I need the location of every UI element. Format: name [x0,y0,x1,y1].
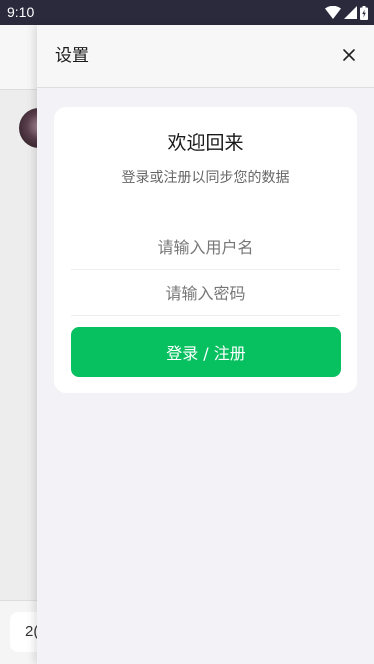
login-card: 欢迎回来 登录或注册以同步您的数据 登录 / 注册 [54,107,357,393]
close-button[interactable] [338,45,360,67]
welcome-title: 欢迎回来 [167,132,244,154]
status-icons [325,5,368,20]
close-icon [342,47,356,66]
settings-drawer: 设置 欢迎回来 登录或注册以同步您的数据 登录 / 注册 [37,25,374,664]
cellular-signal-icon [344,6,357,19]
password-input[interactable] [71,271,340,316]
login-register-button[interactable]: 登录 / 注册 [71,327,341,377]
status-bar: 9:10 [0,0,374,25]
status-time: 9:10 [7,4,35,20]
username-input[interactable] [71,225,340,270]
wifi-icon [325,6,341,19]
screen: 9:10 2( 设置 欢迎回来 登录或注册以同步您的数据 请输入用户名 登录 /… [0,0,374,664]
drawer-title: 设置 [55,46,89,66]
drawer-header: 设置 [37,25,374,88]
welcome-subtitle: 登录或注册以同步您的数据 [121,170,290,186]
battery-charging-icon [360,5,368,20]
